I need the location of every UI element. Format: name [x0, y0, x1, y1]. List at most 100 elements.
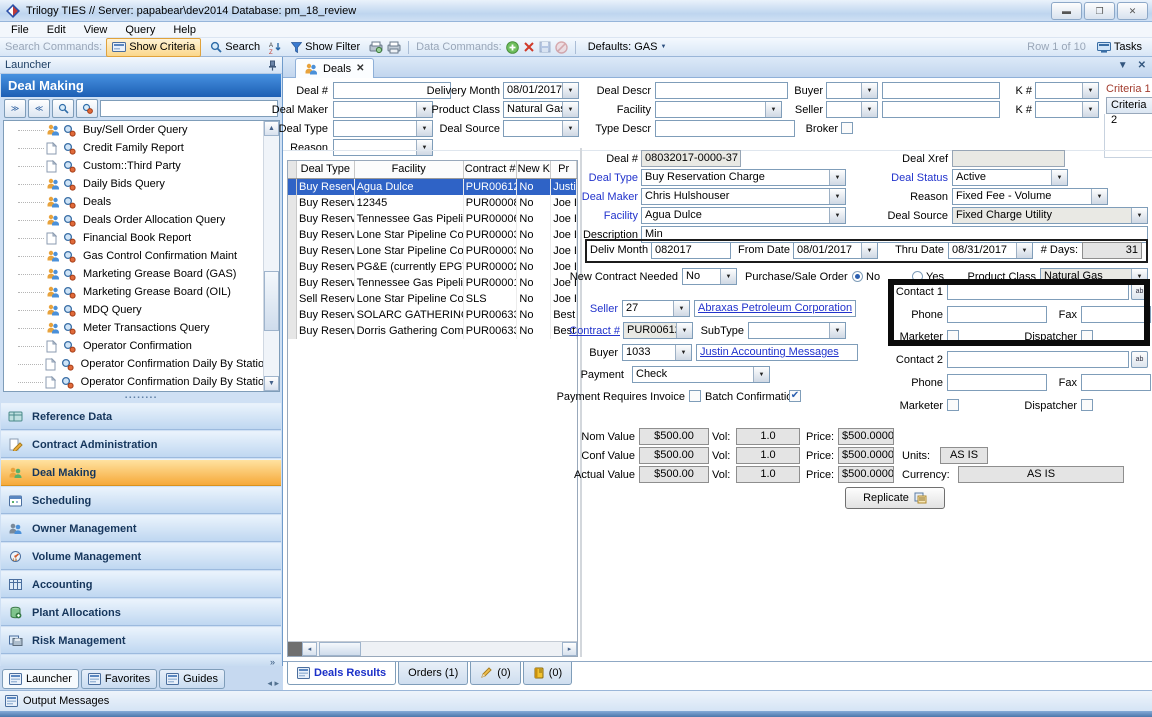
section-reference-data[interactable]: Reference Data	[1, 403, 281, 430]
replicate-button[interactable]: Replicate	[845, 487, 945, 509]
row-selector[interactable]	[288, 195, 297, 211]
menu-view[interactable]: View	[75, 22, 117, 38]
row-selector[interactable]	[288, 259, 297, 275]
contact2-marketer-checkbox[interactable]	[947, 399, 959, 411]
detail-new-contract-combo[interactable]: No▼	[682, 268, 737, 285]
table-row[interactable]: Buy ReservatTennessee Gas PipelinePUR000…	[288, 211, 577, 227]
chevron-down-icon[interactable]: ▼	[829, 189, 845, 204]
section-contract-administration[interactable]: Contract Administration	[1, 431, 281, 458]
batch-confirmation-checkbox[interactable]: ✔	[789, 390, 801, 402]
detail-deal-maker-label[interactable]: Deal Maker	[560, 190, 638, 205]
tab-0[interactable]: (0)	[470, 662, 520, 685]
tree-scrollbar[interactable]: ▲ ▼	[263, 121, 279, 391]
contact2-input[interactable]	[947, 351, 1129, 368]
tab-launcher[interactable]: Launcher	[2, 669, 79, 689]
scroll-thumb[interactable]	[264, 271, 279, 331]
chevron-down-icon[interactable]: ▼	[720, 269, 736, 284]
tree-item-mdq-query[interactable]: MDQ Query	[4, 301, 279, 319]
chevron-down-icon[interactable]: ▼	[829, 170, 845, 185]
show-criteria-button[interactable]: Show Criteria	[106, 38, 201, 57]
chevron-down-icon[interactable]: ▼	[562, 102, 578, 117]
table-row[interactable]: Buy ReservatLone Star Pipeline CompaPUR0…	[288, 243, 577, 259]
tree-item-meter-transactions-query[interactable]: Meter Transactions Query	[4, 319, 279, 337]
criteria-broker-checkbox[interactable]	[841, 122, 853, 134]
detail-from-date-combo[interactable]: 08/01/2017▼	[793, 242, 878, 259]
section-risk-management[interactable]: Risk Management	[1, 627, 281, 654]
detail-deal-type-label[interactable]: Deal Type	[560, 171, 638, 186]
row-selector[interactable]	[288, 179, 297, 195]
criteria-buyer-combo[interactable]: ▼	[826, 82, 878, 99]
search-button[interactable]: Search	[205, 39, 265, 56]
criteria-buyer-name-input[interactable]	[882, 82, 1000, 99]
scroll-right-icon[interactable]: ▸	[562, 642, 577, 656]
add-record-icon[interactable]	[506, 41, 519, 54]
detail-deal-status-combo[interactable]: Active▼	[952, 169, 1068, 186]
section-accounting[interactable]: Accounting	[1, 571, 281, 598]
contact2-lookup-button[interactable]: ab	[1131, 351, 1148, 368]
scroll-down-icon[interactable]: ▼	[264, 376, 279, 391]
chevron-down-icon[interactable]: ▼	[1082, 102, 1098, 117]
chevron-down-icon[interactable]: ▼	[1091, 189, 1107, 204]
grid-column-deal-type[interactable]: Deal Type	[297, 161, 355, 178]
tree-item-operator-confirmation-daily-by-station-na[interactable]: Operator Confirmation Daily By Station N…	[4, 355, 279, 373]
tab-close-icon[interactable]: ✕	[356, 63, 364, 74]
detail-payment-combo[interactable]: Check▼	[632, 366, 770, 383]
expand-all-button[interactable]: ≫	[4, 99, 26, 118]
tab-criteria-2[interactable]: Criteria 2	[1106, 97, 1152, 114]
chevron-down-icon[interactable]: ▼	[1082, 83, 1098, 98]
chevron-down-icon[interactable]: ▼	[1016, 243, 1032, 258]
row-selector[interactable]	[288, 291, 297, 307]
chevron-down-icon[interactable]: ▼	[673, 301, 689, 316]
criteria-product-class-combo[interactable]: Natural Gas▼	[503, 101, 579, 118]
chevron-down-icon[interactable]: ▼	[562, 83, 578, 98]
tree-item-daily-bids-query[interactable]: Daily Bids Query	[4, 175, 279, 193]
section-plant-allocations[interactable]: Plant Allocations	[1, 599, 281, 626]
grid-column-new-k[interactable]: New K	[517, 161, 551, 178]
sort-icon[interactable]: AZ	[269, 41, 282, 54]
grid-hscrollbar[interactable]: ◂▸	[288, 641, 577, 656]
detail-contract-combo[interactable]: PUR00612▼	[623, 322, 693, 339]
detail-thru-date-combo[interactable]: 08/31/2017▼	[948, 242, 1033, 259]
detail-seller-combo[interactable]: 27▼	[622, 300, 690, 317]
criteria-k2-combo[interactable]: ▼	[1035, 101, 1099, 118]
tasks-button[interactable]: Tasks	[1092, 39, 1147, 56]
menu-edit[interactable]: Edit	[38, 22, 75, 38]
detail-seller-label[interactable]: Seller	[560, 302, 618, 317]
chevron-down-icon[interactable]: ▼	[675, 345, 691, 360]
detail-facility-label[interactable]: Facility	[560, 209, 638, 224]
tab-guides[interactable]: Guides	[159, 669, 225, 689]
print-icon[interactable]	[387, 41, 401, 54]
tree-item-marketing-grease-board-oil[interactable]: Marketing Grease Board (OIL)	[4, 283, 279, 301]
menu-query[interactable]: Query	[116, 22, 164, 38]
restore-button[interactable]: ❐	[1084, 2, 1115, 20]
tree-item-deals[interactable]: Deals	[4, 193, 279, 211]
pso-no-radio[interactable]	[852, 271, 863, 282]
tab-orders-1[interactable]: Orders (1)	[398, 662, 468, 685]
find-clear-icon[interactable]	[76, 99, 98, 118]
chevron-down-icon[interactable]: ▼	[861, 83, 877, 98]
chevron-down-icon[interactable]: ▼	[861, 243, 877, 258]
table-row[interactable]: Buy ReservatLone Star Pipeline CompaPUR0…	[288, 227, 577, 243]
section-volume-management[interactable]: 10Volume Management	[1, 543, 281, 570]
chevron-down-icon[interactable]: ▼	[861, 102, 877, 117]
chevron-down-icon[interactable]: ▼	[676, 323, 692, 338]
detail-deal-source-combo[interactable]: Fixed Charge Utility▼	[952, 207, 1148, 224]
hscroll-thumb[interactable]	[319, 642, 361, 656]
criteria-deal-source-combo[interactable]: ▼	[503, 120, 579, 137]
pin-icon[interactable]	[268, 60, 277, 71]
detail-deliv-month-input[interactable]: 082017	[651, 242, 731, 259]
detail-buyer-name-link[interactable]: Justin Accounting Messages	[696, 344, 858, 361]
section-owner-management[interactable]: Owner Management	[1, 515, 281, 542]
detail-deal-type-combo[interactable]: Buy Reservation Charge▼	[641, 169, 846, 186]
tab-deals-results[interactable]: Deals Results	[287, 662, 396, 685]
detail-facility-combo[interactable]: Agua Dulce▼	[641, 207, 846, 224]
table-row[interactable]: Sell ReservatLone Star Pipeline CompSLSN…	[288, 291, 577, 307]
tab-close-all-icon[interactable]: ✕	[1138, 60, 1146, 71]
detail-contract-link-label[interactable]: Contract #	[558, 324, 620, 339]
payment-requires-invoice-checkbox[interactable]	[689, 390, 701, 402]
contact2-phone-input[interactable]	[947, 374, 1047, 391]
section-scheduling[interactable]: Scheduling	[1, 487, 281, 514]
hscroll-track[interactable]	[361, 642, 562, 656]
table-row[interactable]: Buy Reservat12345PUR00008NoJoe B	[288, 195, 577, 211]
tab-list-icon[interactable]: ▼	[1118, 60, 1128, 71]
